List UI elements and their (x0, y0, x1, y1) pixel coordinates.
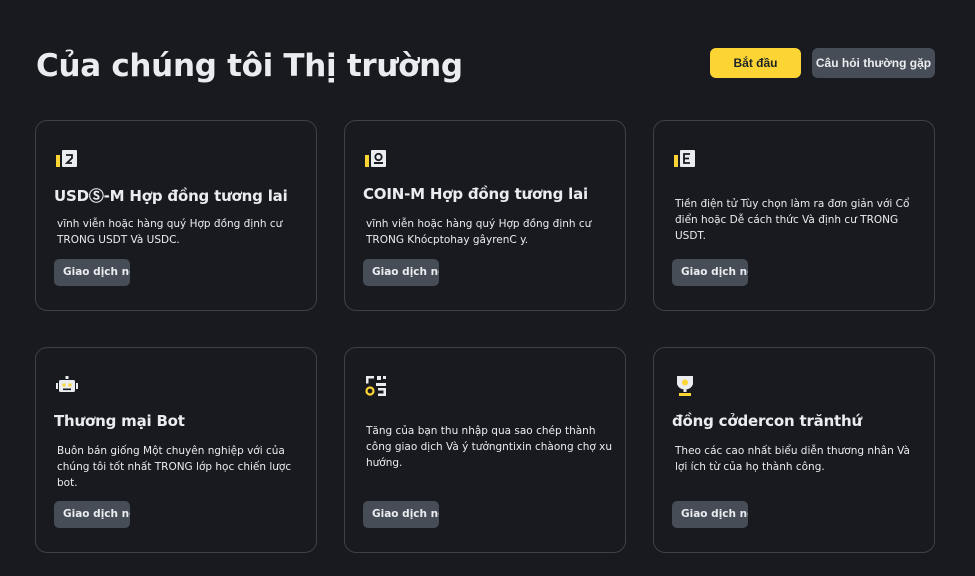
card-options: Tiền điện tử Tùy chọn làm ra đơn giản vớ… (653, 120, 935, 311)
card-description: vĩnh viễn hoặc hàng quý Hợp đồng định cư… (366, 218, 592, 246)
trading-bot-icon (55, 374, 79, 398)
card-coin-m-futures: COIN-M Hợp đồng tương lai vĩnh viễn hoặc… (344, 120, 626, 311)
trade-now-button[interactable]: Giao dịch ngay (672, 259, 748, 286)
start-button[interactable]: Bắt đầu (710, 48, 801, 78)
card-usds-m-futures: USDⓈ-M Hợp đồng tương lai vĩnh viễn hoặc… (35, 120, 317, 311)
trade-now-button[interactable]: Giao dịch ngay (672, 501, 748, 528)
card-description: Tăng của bạn thu nhập qua sao chép thành… (366, 425, 613, 469)
page-title: Của chúng tôi Thị trường (36, 48, 463, 84)
trade-now-button[interactable]: Giao dịch ngay (363, 259, 439, 286)
usds-m-futures-icon (55, 147, 79, 171)
card-description: vĩnh viễn hoặc hàng quý Hợp đồng định cư… (57, 218, 283, 246)
card-copy-trading: Tăng của bạn thu nhập qua sao chép thành… (344, 347, 626, 553)
card-description: Buôn bán giống Một chuyên nghiệp với của… (57, 445, 292, 489)
card-description: Tiền điện tử Tùy chọn làm ra đơn giản vớ… (675, 198, 910, 242)
faq-button[interactable]: Câu hỏi thường gặp (812, 48, 935, 78)
card-title: COIN-M Hợp đồng tương lai (363, 185, 588, 203)
trade-now-button[interactable]: Giao dịch ngay (54, 259, 130, 286)
coin-m-futures-icon (364, 147, 388, 171)
card-title: đồng cởdercon trănthứ (672, 412, 862, 430)
trophy-icon (673, 374, 697, 398)
copy-trading-icon (364, 374, 388, 398)
options-icon (673, 147, 697, 171)
card-description: Theo các cao nhất biểu diễn thương nhân … (675, 445, 910, 473)
trade-now-button[interactable]: Giao dịch ngay (363, 501, 439, 528)
card-trading-bot: Thương mại Bot Buôn bán giống Một chuyên… (35, 347, 317, 553)
card-title: USDⓈ-M Hợp đồng tương lai (54, 187, 288, 205)
trade-now-button[interactable]: Giao dịch ngay (54, 501, 130, 528)
card-leaderboard: đồng cởdercon trănthứ Theo các cao nhất … (653, 347, 935, 553)
card-title: Thương mại Bot (54, 412, 185, 430)
